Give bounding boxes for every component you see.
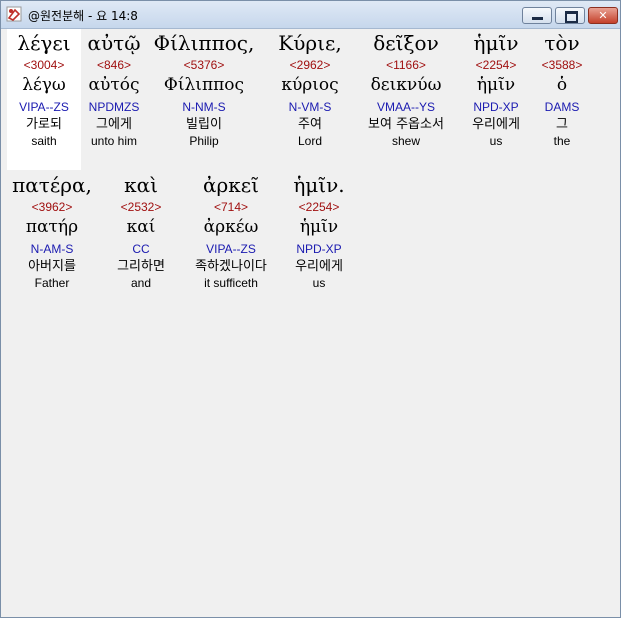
strong-number[interactable]: <2254> xyxy=(285,200,353,214)
greek-word: τὸν xyxy=(544,31,580,55)
english-gloss: Father xyxy=(34,276,70,290)
greek-word: Κύριε, xyxy=(278,31,342,55)
korean-gloss: 가로되 xyxy=(26,117,62,132)
morphology-code[interactable]: N-NM-S xyxy=(149,100,259,114)
greek-word: αὐτῷ xyxy=(87,31,141,55)
lemma: Φίλιππος xyxy=(163,75,245,95)
interlinear-panel[interactable]: λέγει <3004> λέγω VIPA--ZS 가로되 saith αὐτ… xyxy=(7,29,617,612)
word-cell[interactable]: αὐτῷ <846> αὐτός NPDMZS 그에게 unto him xyxy=(81,31,147,148)
strong-number[interactable]: <3004> xyxy=(7,58,81,72)
close-button[interactable]: ✕ xyxy=(588,7,618,24)
english-gloss: unto him xyxy=(90,134,138,148)
word-cell[interactable]: Κύριε, <2962> κύριος N-VM-S 주여 Lord xyxy=(269,31,351,148)
english-gloss: Philip xyxy=(189,134,219,148)
lemma: ἡμῖν xyxy=(476,75,516,95)
english-gloss: and xyxy=(130,276,152,290)
greek-word: δεῖξον xyxy=(373,31,439,55)
word-cell[interactable]: καὶ <2532> καί CC 그리하면 and xyxy=(105,173,177,290)
morphology-code[interactable]: CC xyxy=(105,242,177,256)
greek-word: πατέρα, xyxy=(12,173,92,197)
strong-number[interactable]: <714> xyxy=(183,200,279,214)
word-cell[interactable]: ἡμῖν <2254> ἡμῖν NPD-XP 우리에게 us xyxy=(461,31,531,148)
english-gloss: Lord xyxy=(297,134,323,148)
morphology-code[interactable]: VIPA--ZS xyxy=(183,242,279,256)
lemma: καί xyxy=(126,217,156,237)
title-bar[interactable]: @원전분해 - 요 14:8 ✕ xyxy=(1,1,620,29)
greek-word: λέγει xyxy=(17,31,71,55)
word-cell[interactable]: ἡμῖν. <2254> ἡμῖν NPD-XP 우리에게 us xyxy=(285,173,353,290)
korean-gloss: 그리하면 xyxy=(117,259,165,274)
korean-gloss: 그에게 xyxy=(96,117,132,132)
word-cell[interactable]: Φίλιππος, <5376> Φίλιππος N-NM-S 빌립이 Phi… xyxy=(149,31,259,148)
strong-number[interactable]: <2962> xyxy=(269,58,351,72)
lemma: δεικνύω xyxy=(370,75,442,95)
english-gloss: shew xyxy=(391,134,420,148)
strong-number[interactable]: <846> xyxy=(81,58,147,72)
morphology-code[interactable]: NPD-XP xyxy=(461,100,531,114)
english-gloss: us xyxy=(489,134,503,148)
morphology-code[interactable]: VMAA--YS xyxy=(357,100,455,114)
english-gloss: it sufficeth xyxy=(204,276,258,290)
word-cell[interactable]: δεῖξον <1166> δεικνύω VMAA--YS 보여 주옵소서 s… xyxy=(357,31,455,148)
lemma: λέγω xyxy=(22,75,66,95)
korean-gloss: 보여 주옵소서 xyxy=(368,117,444,132)
morphology-code[interactable]: N-VM-S xyxy=(269,100,351,114)
window-title: @원전분해 - 요 14:8 xyxy=(28,9,138,23)
morphology-code[interactable]: NPDMZS xyxy=(81,100,147,114)
lemma: πατήρ xyxy=(25,217,79,237)
strong-number[interactable]: <1166> xyxy=(357,58,455,72)
minimize-button[interactable] xyxy=(522,7,552,24)
app-window: @원전분해 - 요 14:8 ✕ λέγει <3004> λέγω VIPA-… xyxy=(0,0,621,618)
greek-word: ἀρκεῖ xyxy=(203,173,259,197)
morphology-code[interactable]: VIPA--ZS xyxy=(7,100,81,114)
word-cell[interactable]: ἀρκεῖ <714> ἀρκέω VIPA--ZS 족하겠나이다 it suf… xyxy=(183,173,279,290)
word-cell[interactable]: λέγει <3004> λέγω VIPA--ZS 가로되 saith xyxy=(7,31,81,148)
word-cell[interactable]: πατέρα, <3962> πατήρ N-AM-S 아버지를 Father xyxy=(7,173,97,290)
greek-word: καὶ xyxy=(124,173,158,197)
korean-gloss: 아버지를 xyxy=(28,259,76,274)
korean-gloss: 주여 xyxy=(298,117,322,132)
strong-number[interactable]: <2254> xyxy=(461,58,531,72)
korean-gloss: 우리에게 xyxy=(472,117,520,132)
korean-gloss: 족하겠나이다 xyxy=(195,259,267,274)
english-gloss: us xyxy=(312,276,326,290)
minimize-icon xyxy=(532,17,543,20)
app-icon xyxy=(6,6,22,22)
strong-number[interactable]: <3588> xyxy=(535,58,589,72)
morphology-code[interactable]: DAMS xyxy=(535,100,589,114)
greek-word: ἡμῖν. xyxy=(293,173,345,197)
strong-number[interactable]: <3962> xyxy=(7,200,97,214)
maximize-button[interactable] xyxy=(555,7,585,24)
lemma: ὁ xyxy=(556,75,568,95)
strong-number[interactable]: <2532> xyxy=(105,200,177,214)
lemma: ἡμῖν xyxy=(299,217,339,237)
english-gloss: saith xyxy=(31,134,57,148)
lemma: ἀρκέω xyxy=(203,217,259,237)
maximize-icon xyxy=(565,11,578,23)
korean-gloss: 우리에게 xyxy=(295,259,343,274)
word-cell[interactable]: τὸν <3588> ὁ DAMS 그 the xyxy=(535,31,589,148)
greek-word: Φίλιππος, xyxy=(153,31,255,55)
korean-gloss: 그 xyxy=(556,117,568,132)
english-gloss: the xyxy=(553,134,571,148)
greek-word: ἡμῖν xyxy=(473,31,519,55)
close-icon: ✕ xyxy=(598,9,608,22)
lemma: κύριος xyxy=(281,75,339,95)
lemma: αὐτός xyxy=(88,75,140,95)
strong-number[interactable]: <5376> xyxy=(149,58,259,72)
korean-gloss: 빌립이 xyxy=(186,117,222,132)
morphology-code[interactable]: N-AM-S xyxy=(7,242,97,256)
morphology-code[interactable]: NPD-XP xyxy=(285,242,353,256)
